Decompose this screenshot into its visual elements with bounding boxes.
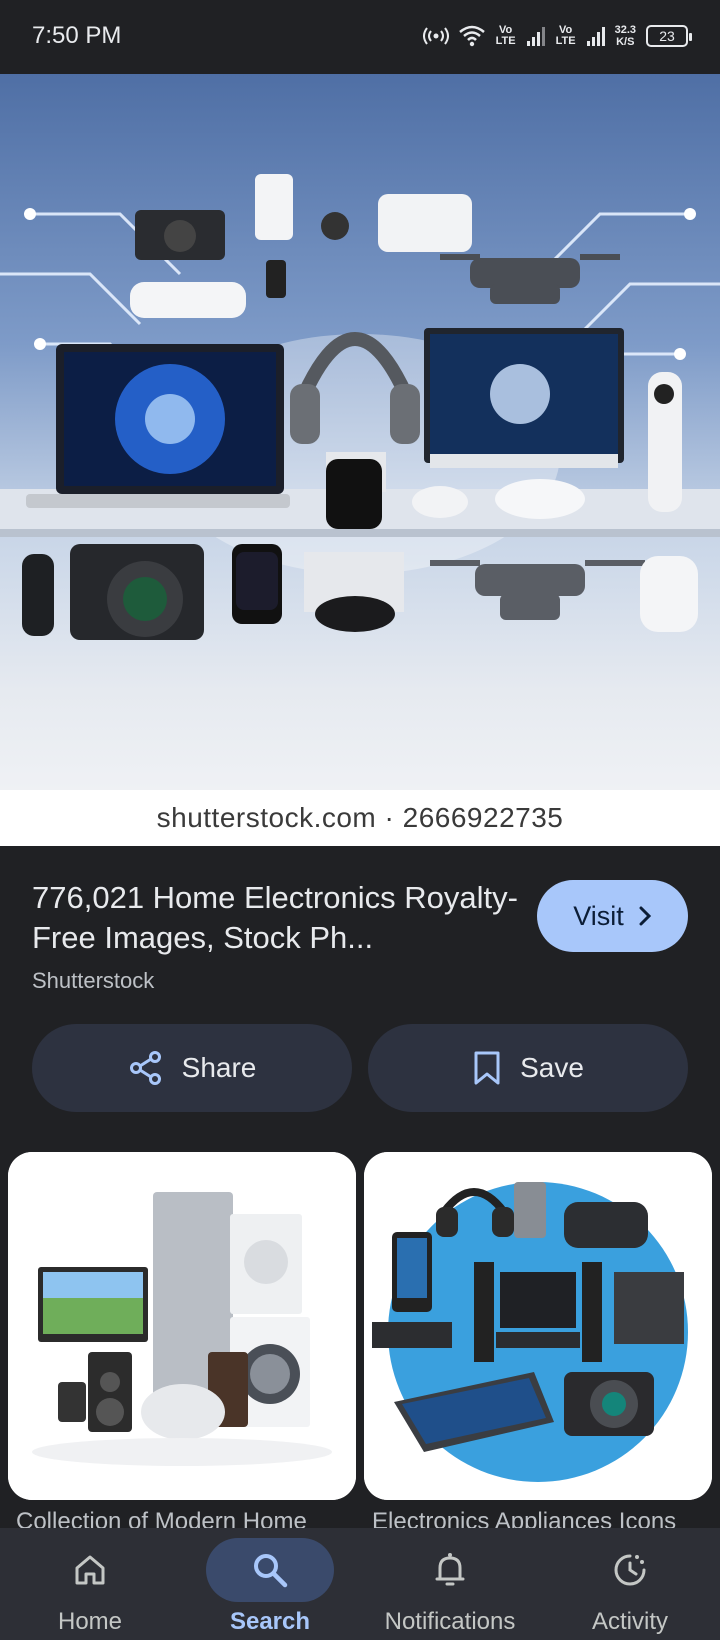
nav-search-label: Search (229, 1608, 311, 1635)
wifi-icon (458, 25, 485, 47)
bottom-navigation: Home Search Notifications Activity (0, 1528, 720, 1640)
visit-button-label: Visit (573, 900, 624, 931)
volte-indicator-1: Vo LTE (495, 24, 516, 47)
electronics-illustration (0, 174, 720, 640)
nav-notifications[interactable]: Notifications (360, 1528, 540, 1640)
home-appliances-thumbnail (8, 1152, 356, 1500)
nav-home-pill (26, 1538, 154, 1602)
nav-search[interactable]: Search (180, 1528, 360, 1640)
nav-home-label: Home (57, 1608, 123, 1635)
chevron-right-icon (639, 906, 651, 926)
activity-icon (614, 1554, 646, 1586)
nav-notifications-label: Notifications (384, 1608, 516, 1635)
network-speed: 32.3 K/S (615, 24, 636, 48)
result-source[interactable]: Shutterstock (32, 968, 154, 994)
save-button-label: Save (520, 1052, 584, 1083)
share-button-label: Share (181, 1052, 257, 1083)
bell-icon (435, 1553, 465, 1586)
share-icon (129, 1051, 161, 1085)
signal-icon-1 (526, 26, 545, 46)
home-icon (75, 1555, 105, 1585)
nav-notifications-pill (386, 1538, 514, 1602)
electronics-icons-thumbnail (364, 1152, 712, 1500)
hero-image[interactable]: shutterstock.com · 2666922735 (0, 74, 720, 846)
battery-indicator: 23 (646, 25, 692, 47)
status-icons: Vo LTE Vo LTE 32.3 K/S 23 (422, 24, 692, 48)
nav-search-pill (206, 1538, 334, 1602)
image-watermark: shutterstock.com · 2666922735 (156, 802, 564, 833)
network-speed-unit: K/S (616, 36, 635, 48)
hotspot-icon (422, 27, 449, 45)
volte-indicator-2: Vo LTE (555, 24, 576, 47)
signal-icon-2 (586, 26, 605, 46)
network-speed-value: 32.3 (614, 24, 636, 36)
nav-activity-label: Activity (591, 1608, 668, 1635)
status-time: 7:50 PM (32, 22, 122, 49)
share-button[interactable]: Share (32, 1024, 352, 1112)
watermark-bar: shutterstock.com · 2666922735 (0, 790, 720, 846)
result-title[interactable]: 776,021 Home Electronics Royalty-Free Im… (32, 878, 522, 958)
nav-activity[interactable]: Activity (540, 1528, 720, 1640)
nav-home[interactable]: Home (0, 1528, 180, 1640)
search-icon (254, 1554, 288, 1588)
nav-activity-pill (566, 1538, 694, 1602)
save-button[interactable]: Save (368, 1024, 688, 1112)
visit-button[interactable]: Visit (537, 880, 688, 952)
status-bar: 7:50 PM Vo LTE Vo LTE 32.3 K/S 23 (0, 0, 720, 72)
bookmark-icon (474, 1051, 500, 1085)
related-image-1[interactable] (8, 1152, 356, 1500)
related-image-2[interactable] (364, 1152, 712, 1500)
